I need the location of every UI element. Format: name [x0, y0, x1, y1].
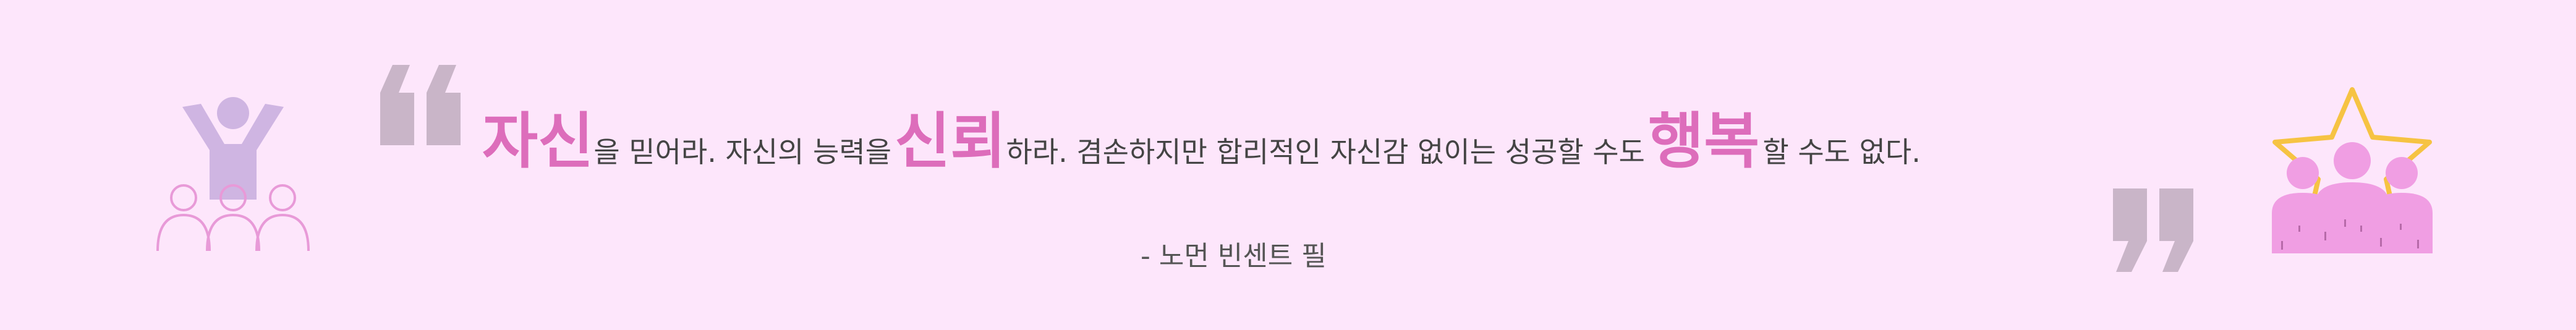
quote-segment-3: 할 수도 없다. — [1762, 135, 1921, 169]
quote-segment-2: 하라. 겸손하지만 합리적인 자신감 없이는 성공할 수도 — [1006, 135, 1645, 169]
quote-banner: 자신을 믿어라. 자신의 능력을 신뢰하라. 겸손하지만 합리적인 자신감 없이… — [0, 0, 2576, 330]
team-star-icon — [2272, 87, 2433, 253]
leader-with-team-icon — [156, 97, 310, 252]
quote-accent-self: 자신 — [482, 106, 594, 177]
quote-segment-1: 을 믿어라. 자신의 능력을 — [593, 135, 892, 169]
quote-accent-trust: 신뢰 — [895, 106, 1006, 177]
quote-accent-happiness: 행복 — [1647, 106, 1760, 177]
open-quote-icon — [380, 65, 461, 145]
quote-text: 자신을 믿어라. 자신의 능력을 신뢰하라. 겸손하지만 합리적인 자신감 없이… — [482, 111, 2120, 204]
quote-attribution: - 노먼 빈센트 필 — [1141, 240, 1327, 272]
close-quote-icon — [2113, 188, 2193, 272]
